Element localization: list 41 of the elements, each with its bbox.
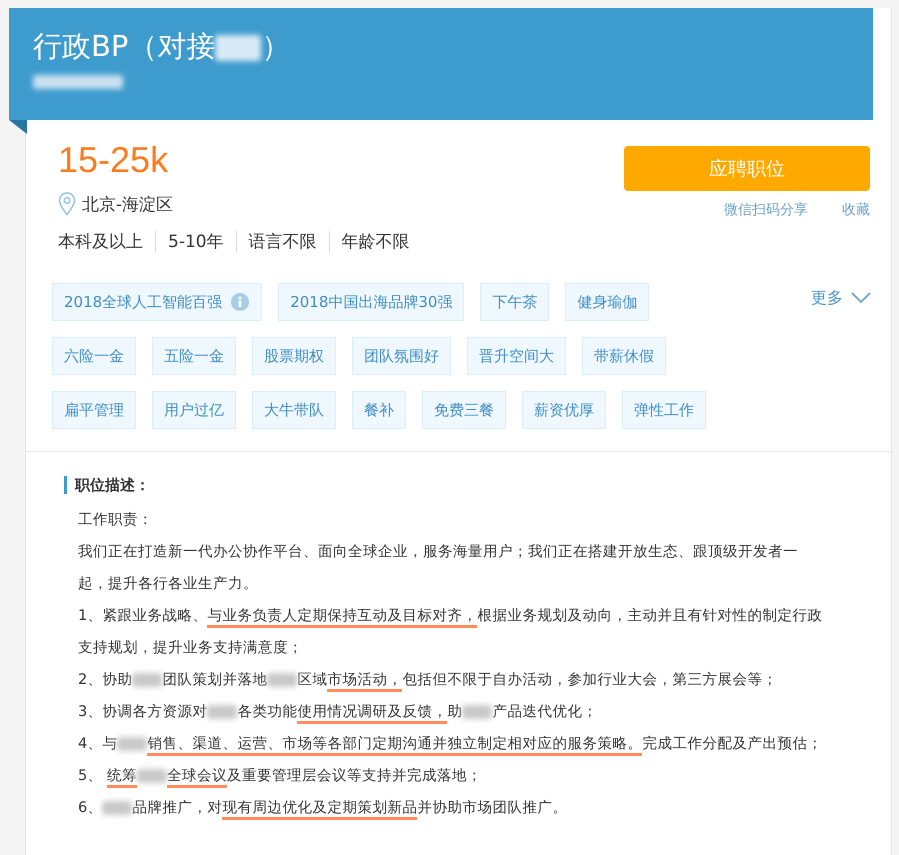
benefit-tag: 健身瑜伽 (565, 283, 650, 321)
description-paragraph: 4、与 销售、渠道、运营、市场等各部门定期沟通并独立制定相对应的服务策略。完成工作分配及产出预估； (64, 728, 823, 760)
share-link[interactable]: 收藏 (842, 201, 870, 219)
benefit-tag: 2018全球人工智能百强 (52, 283, 262, 321)
benefit-tag: 大牛带队 (252, 391, 336, 429)
location-text: 北京-海淀区 (82, 194, 174, 216)
benefit-tag: 下午茶 (480, 283, 550, 321)
benefit-tag: 弹性工作 (622, 391, 706, 429)
chevron-down-icon (851, 292, 871, 304)
requirement-text: 年龄不限 (342, 231, 410, 253)
location-pin-icon (58, 192, 76, 216)
section-heading: 职位描述： (64, 476, 861, 494)
description-paragraph: 3、协调各方资源对 各类功能使用情况调研及反馈，助 产品迭代优化； (64, 696, 823, 728)
requirement-text: 语言不限 (248, 231, 317, 253)
apply-button[interactable]: 应聘职位 (624, 146, 870, 191)
requirement-text: 本科及以上 (58, 231, 143, 253)
description-paragraph: 工作职责： (77, 510, 154, 530)
benefit-tag: 2018中国出海品牌30强 (278, 283, 464, 321)
benefit-tag: 薪资优厚 (522, 391, 606, 429)
description-paragraph: 5、 统筹 全球会议及重要管理层会议等支持并完成落地； (64, 760, 823, 792)
benefit-tag: 晋升空间大 (467, 337, 566, 375)
benefit-tag: 用户过亿 (152, 391, 236, 429)
benefit-tag: 免费三餐 (422, 391, 506, 429)
requirement-text: 5-10年 (168, 231, 224, 253)
benefit-tag: 餐补 (352, 391, 406, 429)
ribbon-fold-icon (9, 120, 27, 134)
more-button[interactable]: 更多 (811, 288, 871, 316)
benefit-tag: 团队氛围好 (352, 337, 451, 375)
benefit-tag: 带薪休假 (582, 337, 666, 375)
info-icon[interactable] (230, 292, 250, 312)
job-title: 行政BP（对接 ） (33, 28, 292, 64)
share-link[interactable]: 微信扫码分享 (724, 201, 808, 219)
benefit-tag: 扁平管理 (52, 391, 136, 429)
salary: 15-25k (58, 138, 170, 182)
description-paragraph: 1、紧跟业务战略、与业务负责人定期保持互动及目标对齐，根据业务规划及动向，主动并且有针对性的制定行政支持规划，提升业务支持满意度； (77, 606, 823, 658)
benefit-tag: 六险一金 (52, 337, 136, 375)
description-paragraph: 6、 品牌推广，对现有周边优化及定期策划新品并协助市场团队推广。 (64, 792, 823, 824)
description-paragraph: 我们正在打造新一代办公协作平台、面向全球企业，服务海量用户；我们正在搭建开放生态、跟顶级开发者一起，提升各行各业生产力。 (77, 542, 799, 594)
description-paragraph: 2、协助 团队策划并落地 区域市场活动，包括但不限于自办活动，参加行业大会，第三方展会等； (64, 664, 823, 696)
benefit-tag: 股票期权 (252, 337, 336, 375)
benefit-tag: 五险一金 (152, 337, 236, 375)
